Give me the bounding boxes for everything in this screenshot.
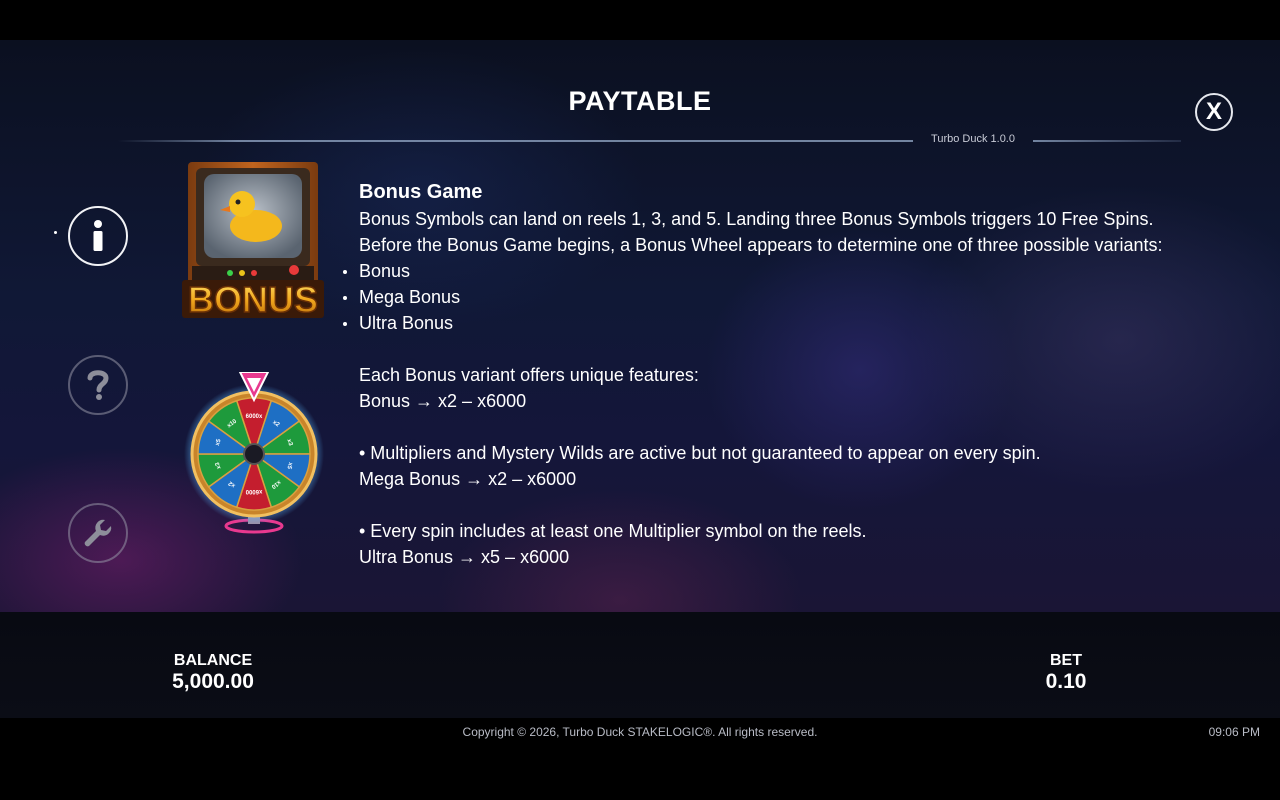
mega-bonus-description: • Every spin includes at least one Multi… [359,521,867,541]
bonus-game-section: Bonus Game Bonus Symbols can land on ree… [343,178,1239,570]
list-item: Bonus [343,258,1239,284]
info-icon [93,220,103,251]
balance-label: BALANCE [173,652,253,669]
help-icon [87,370,109,400]
sidebar-item-help[interactable] [68,355,128,415]
page-title: PAYTABLE [568,86,712,116]
title-divider-right [1033,140,1181,142]
bonus-wheel-icon: 6000xx2x3x5x10x6000x2x3x5x10 [184,372,324,534]
active-indicator-dot [54,231,57,234]
sidebar-item-info[interactable] [68,206,128,266]
balance-value: 5,000.00 [172,670,254,693]
svg-text:BONUS: BONUS [188,279,318,318]
bet-value: 0.10 [1045,670,1087,693]
close-icon: X [1205,98,1222,125]
bet-label: BET [1050,652,1082,669]
clock: 09:06 PM [1208,725,1260,739]
balance-display: BALANCE 5,000.00 [143,652,283,694]
wheel-segment-label: 6000x [246,414,263,420]
mega-bonus-range: Mega Bonus → x2 – x6000 [359,469,577,489]
intro-text: Bonus Symbols can land on reels 1, 3, an… [359,209,1154,229]
list-item: Ultra Bonus [343,310,1239,336]
section-heading: Bonus Game [359,181,483,203]
sidebar-item-settings[interactable] [68,503,128,563]
copyright-text: Copyright © 2026, Turbo Duck STAKELOGIC®… [462,725,818,739]
bet-display: BET 0.10 [1016,652,1116,694]
wheel-segment-label: x6000 [245,488,262,494]
features-intro: Each Bonus variant offers unique feature… [359,365,699,385]
version-label: Turbo Duck 1.0.0 [931,133,1015,145]
bonus-symbol-icon: BONUS [182,162,324,318]
close-button[interactable]: X [1195,93,1233,131]
bonus-range: Bonus → x2 – x6000 [359,391,527,411]
wrench-icon [84,519,112,547]
list-item: Mega Bonus [343,284,1239,310]
ultra-bonus-range: Ultra Bonus → x5 – x6000 [359,547,570,567]
bonus-description: • Multipliers and Mystery Wilds are acti… [359,443,1041,463]
intro-text: Before the Bonus Game begins, a Bonus Wh… [359,235,1163,255]
title-divider-left [118,140,913,142]
